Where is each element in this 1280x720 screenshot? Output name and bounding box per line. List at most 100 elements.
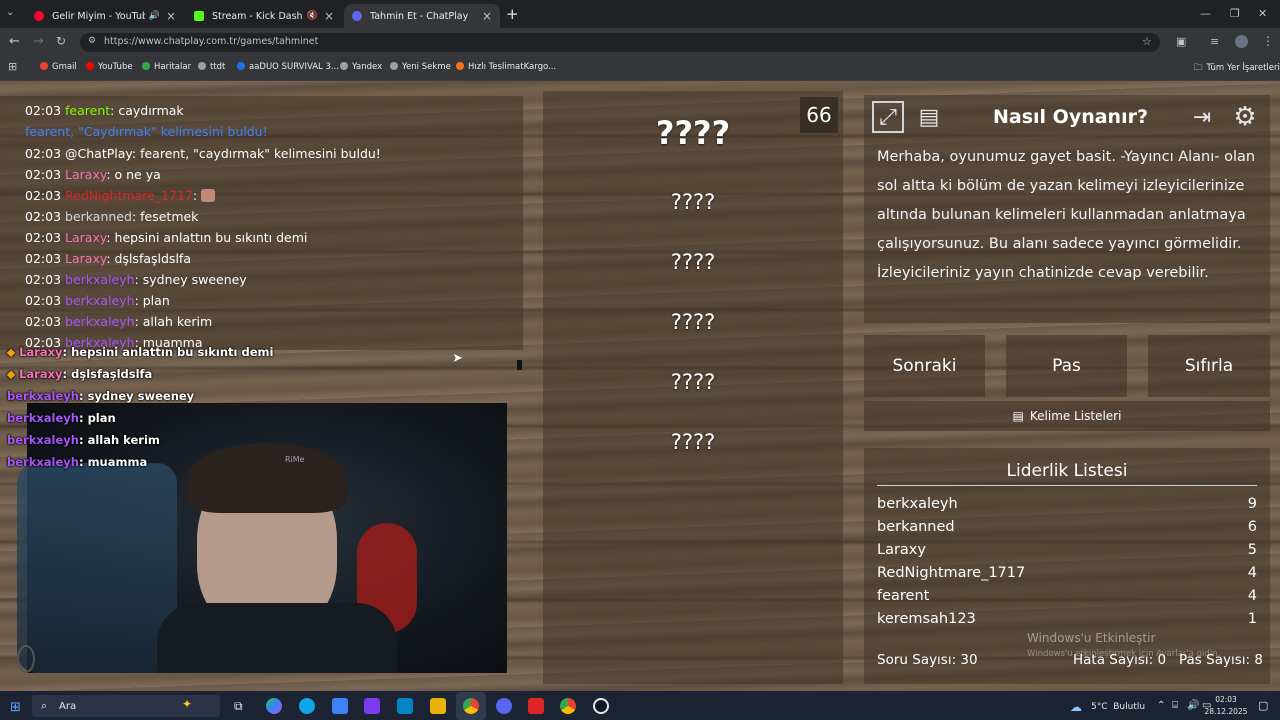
fullscreen-icon[interactable]: ⤢ — [872, 101, 904, 133]
chrome-profile-icon[interactable] — [560, 698, 576, 714]
chat-message: 02:03 berkxaleyh: plan — [25, 293, 170, 308]
maps-icon — [142, 62, 150, 70]
settings-gear-icon[interactable]: ⚙ — [1228, 100, 1262, 134]
divider — [877, 485, 1257, 486]
search-icon: ⌕ — [41, 699, 48, 712]
next-button[interactable]: Sonraki — [864, 335, 985, 397]
store-icon[interactable] — [332, 698, 348, 714]
media-control-icon[interactable]: ≡ — [1210, 35, 1219, 48]
activation-watermark-title: Windows'u Etkinleştir — [1027, 631, 1156, 645]
leaderboard-row: berkanned 6 — [877, 519, 1257, 535]
taskbar-search-placeholder: Ara — [59, 701, 77, 712]
leaderboard-row: keremsah123 1 — [877, 611, 1257, 627]
leaderboard-row: fearent 4 — [877, 588, 1257, 604]
close-tab-icon[interactable]: × — [324, 9, 334, 23]
url-text[interactable]: https://www.chatplay.com.tr/games/tahmin… — [104, 36, 318, 47]
bookmark-yandex[interactable]: Yandex — [340, 62, 382, 72]
chat-system-message: fearent, "Caydırmak" kelimesini buldu! — [25, 124, 268, 139]
overlay-message: berkxaleyh: plan — [7, 411, 116, 425]
bookmark-gmail[interactable]: Gmail — [40, 62, 77, 72]
bookmark-youtube[interactable]: YouTube — [86, 62, 133, 72]
copilot-icon[interactable] — [266, 698, 282, 714]
outlook-icon[interactable] — [397, 698, 413, 714]
chat-scrollbar[interactable] — [517, 360, 522, 370]
task-view-icon[interactable]: ⧉ — [234, 699, 243, 714]
badge-icon: ⬥ — [7, 367, 16, 381]
file-explorer-icon[interactable] — [430, 698, 446, 714]
chat-message: 02:03 berkxaleyh: allah kerim — [25, 314, 213, 329]
weather-text[interactable]: 5°C Bulutlu — [1091, 702, 1145, 712]
minimize-button[interactable]: — — [1200, 7, 1211, 20]
emote-image — [201, 189, 215, 202]
speaker-icon[interactable]: 🔊 — [149, 11, 160, 21]
pass-button[interactable]: Pas — [1006, 335, 1127, 397]
leaderboard-row: Laraxy 5 — [877, 542, 1257, 558]
bookmark-ttdt[interactable]: ttdt — [198, 62, 225, 72]
word-lists-button[interactable]: ▤ Kelime Listeleri — [864, 401, 1270, 431]
app-icon[interactable] — [528, 698, 544, 714]
new-tab-button[interactable]: + — [506, 5, 519, 23]
extensions-icon[interactable]: ▣ — [1176, 35, 1186, 48]
chat-message: 02:03 RedNightmare_1717: — [25, 188, 215, 203]
bookmark-aaduo[interactable]: aaDUO SURVIVAL 3... — [237, 62, 339, 72]
bookmarks-bar — [0, 56, 1280, 81]
site-icon — [456, 62, 464, 70]
youtube-music-icon — [34, 11, 44, 21]
globe-icon — [198, 62, 206, 70]
discord-icon[interactable] — [496, 698, 512, 714]
windows-start-icon[interactable]: ⊞ — [10, 700, 21, 715]
reset-button[interactable]: Sıfırla — [1148, 335, 1270, 397]
close-tab-icon[interactable]: × — [166, 9, 176, 23]
leaderboard-row: berkxaleyh 9 — [877, 496, 1257, 512]
m365-icon[interactable] — [364, 698, 380, 714]
chat-message: 02:03 Laraxy: o ne ya — [25, 167, 161, 182]
chat-message: 02:03 berkanned: fesetmek — [25, 209, 199, 224]
leaderboard-title: Liderlik Listesi — [1006, 461, 1128, 481]
tray-chevron-icon[interactable]: ⌃ — [1157, 700, 1165, 711]
edge-icon[interactable] — [299, 698, 315, 714]
weather-cloud-icon: ☁ — [1070, 700, 1082, 714]
clock-date[interactable]: 28.12.2025 — [1198, 707, 1254, 716]
overlay-message: ⬥ Laraxy: hepsini anlattın bu sıkıntı de… — [7, 345, 274, 359]
tab-search-icon[interactable]: ⌄ — [6, 7, 14, 18]
gmail-icon — [40, 62, 48, 70]
youtube-icon — [86, 62, 94, 70]
tab-kick-dashboard[interactable]: Stream - Kick Dashboard 🔇 × — [186, 4, 342, 28]
menu-kebab-icon[interactable]: ⋮ — [1262, 34, 1274, 48]
muted-speaker-icon[interactable]: 🔇 — [307, 11, 318, 21]
badge-icon: ⬥ — [7, 345, 16, 359]
notes-icon[interactable]: ▤ — [914, 101, 944, 133]
howto-body: Merhaba, oyunumuz gayet basit. -Yayıncı … — [877, 149, 1256, 281]
profile-avatar[interactable] — [1235, 35, 1248, 48]
tab-chatplay[interactable]: Tahmin Et - ChatPlay × — [344, 4, 500, 28]
reload-icon[interactable]: ↻ — [56, 34, 66, 48]
bookmark-haritalar[interactable]: Haritalar — [142, 62, 191, 72]
taboo-word: ???? — [670, 250, 716, 274]
logout-icon[interactable]: ⇥ — [1186, 101, 1218, 133]
all-bookmarks[interactable]: 🗀 Tüm Yer İşaretleri — [1194, 62, 1280, 76]
clock-time[interactable]: 02:03 — [1206, 695, 1246, 704]
tab-youtube-music[interactable]: Gelir Miyim - YouTube Music 🔊 × — [26, 4, 184, 28]
notification-icon[interactable]: ▢ — [1258, 699, 1268, 712]
chat-message: 02:03 berkxaleyh: sydney sweeney — [25, 272, 247, 287]
star-bookmark-icon[interactable]: ☆ — [1142, 35, 1152, 48]
back-icon[interactable]: ← — [9, 34, 20, 49]
chrome-icon[interactable] — [463, 698, 479, 714]
chair-logo: RiMe — [285, 455, 305, 464]
close-window-button[interactable]: ✕ — [1258, 7, 1267, 20]
overlay-message: berkxaleyh: sydney sweeney — [7, 389, 195, 403]
apps-grid-icon[interactable]: ⊞ — [8, 60, 17, 73]
maximize-button[interactable]: ❐ — [1230, 7, 1240, 20]
main-word: ???? — [655, 114, 731, 152]
obs-icon[interactable] — [593, 698, 609, 714]
network-icon[interactable]: ⌸ — [1172, 700, 1178, 711]
close-tab-icon[interactable]: × — [482, 9, 492, 23]
chat-message: 02:03 Laraxy: hepsini anlattın bu sıkınt… — [25, 230, 308, 245]
bookmark-hizli-teslimat[interactable]: Hızlı TeslimatKargo... — [456, 62, 556, 72]
leaderboard-row: RedNightmare_1717 4 — [877, 565, 1257, 581]
taboo-word: ???? — [670, 190, 716, 214]
forward-icon[interactable]: → — [33, 34, 44, 49]
bookmark-yeni-sekme[interactable]: Yeni Sekme — [390, 62, 451, 72]
site-info-icon[interactable]: ⚙ — [88, 36, 96, 46]
mouse-cursor-icon: ➤ — [452, 351, 463, 366]
